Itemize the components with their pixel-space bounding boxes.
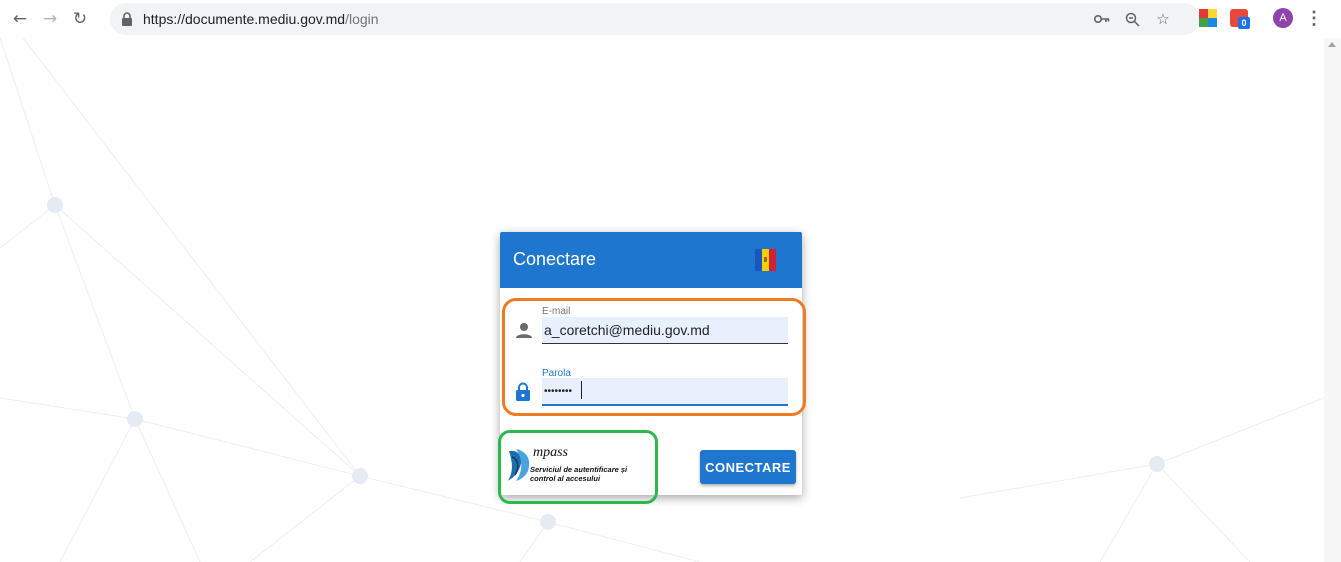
reload-icon[interactable]: ↻ <box>68 7 92 31</box>
forward-icon[interactable]: → <box>38 7 62 31</box>
lock-icon <box>122 12 132 26</box>
extension-colors-icon[interactable] <box>1199 9 1217 27</box>
mpass-highlight <box>498 430 658 504</box>
page-scrollbar[interactable] <box>1324 38 1341 562</box>
star-icon[interactable]: ☆ <box>1153 9 1173 29</box>
login-title: Conectare <box>513 249 597 269</box>
zoom-icon[interactable] <box>1122 9 1142 29</box>
extension-badge-icon[interactable]: 0 <box>1230 9 1250 29</box>
connect-button[interactable]: CONECTARE <box>700 450 796 484</box>
moldova-flag-icon <box>755 249 776 271</box>
scroll-up-arrow[interactable] <box>1328 42 1336 47</box>
address-bar[interactable]: https://documente.mediu.gov.md/login ☆ <box>110 3 1200 35</box>
extension-badge-count: 0 <box>1238 17 1250 29</box>
url-path: /login <box>345 11 379 27</box>
url-text: https://documente.mediu.gov.md/login <box>143 11 379 27</box>
key-icon[interactable] <box>1092 9 1112 29</box>
url-host: https://documente.mediu.gov.md <box>143 11 346 27</box>
credentials-highlight <box>502 298 806 416</box>
browser-toolbar: ← → ↻ https://documente.mediu.gov.md/log… <box>0 0 1341 38</box>
profile-avatar[interactable]: A <box>1273 8 1293 28</box>
browser-menu-icon[interactable]: ⋮ <box>1305 7 1323 29</box>
login-card-header: Conectare <box>500 232 802 288</box>
back-icon[interactable]: ← <box>8 7 32 31</box>
